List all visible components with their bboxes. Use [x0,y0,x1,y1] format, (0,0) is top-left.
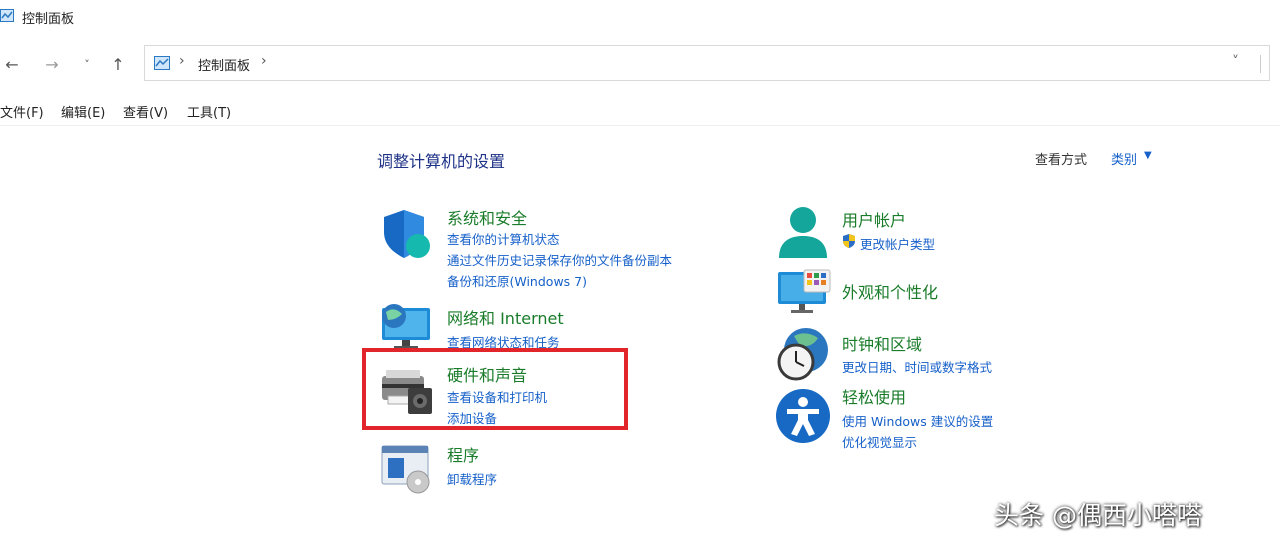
caret-down-icon[interactable]: ▼ [1144,150,1152,161]
user-icon[interactable] [775,204,831,260]
clock-globe-icon[interactable] [774,326,832,382]
link-uninstall-program[interactable]: 卸载程序 [447,469,497,488]
category-programs[interactable]: 程序 [447,442,479,466]
category-ease-of-access[interactable]: 轻松使用 [842,384,906,408]
refresh-icon[interactable] [1260,55,1275,73]
back-arrow-icon[interactable]: ← [2,54,22,74]
view-by-select[interactable]: 类别 [1111,149,1137,168]
menu-view[interactable]: 查看(V) [123,102,168,121]
link-backup-restore[interactable]: 备份和还原(Windows 7) [447,271,587,290]
category-network-internet[interactable]: 网络和 Internet [447,305,564,329]
control-panel-icon [154,56,170,70]
breadcrumb-separator: › [179,53,185,69]
menu-file[interactable]: 文件(F) [0,102,44,121]
window-title: 控制面板 [22,12,75,27]
menu-tools[interactable]: 工具(T) [187,102,231,121]
control-panel-icon [0,9,14,22]
address-history-dropdown[interactable]: ˅ [1232,54,1239,70]
breadcrumb-separator[interactable]: › [261,53,267,69]
divider [0,125,1280,126]
accessibility-icon[interactable] [775,388,831,444]
menu-bar: 文件(F) 编辑(E) 查看(V) 工具(T) [0,99,400,121]
navigation-bar: ← → ˅ ↑ › 控制面板 › ˅ [0,42,1280,86]
category-user-accounts[interactable]: 用户帐户 [842,207,906,231]
link-optimize-visual-display[interactable]: 优化视觉显示 [842,432,917,451]
shield-icon[interactable] [380,208,432,260]
category-system-security[interactable]: 系统和安全 [447,205,527,229]
link-windows-suggested-settings[interactable]: 使用 Windows 建议的设置 [842,411,993,430]
highlight-box [362,348,628,430]
network-globe-icon[interactable] [378,300,434,352]
address-bar[interactable]: › 控制面板 › ˅ [144,45,1270,81]
forward-arrow-icon[interactable]: → [42,54,62,74]
uac-shield-icon [843,234,855,248]
watermark-text: 头条 @偶西小嗒嗒 [994,501,1202,530]
page-title: 调整计算机的设置 [377,152,506,171]
link-check-computer-status[interactable]: 查看你的计算机状态 [447,229,560,248]
category-appearance-personalization[interactable]: 外观和个性化 [842,279,938,303]
chevron-down-icon[interactable]: ˅ [77,54,97,74]
up-arrow-icon[interactable]: ↑ [108,54,128,74]
category-clock-region[interactable]: 时钟和区域 [842,331,922,355]
menu-edit[interactable]: 编辑(E) [61,102,105,121]
link-change-account-type[interactable]: 更改帐户类型 [860,234,935,253]
link-file-history[interactable]: 通过文件历史记录保存你的文件备份副本 [447,250,672,269]
title-bar: 控制面板 [0,0,1280,34]
programs-disc-icon[interactable] [380,444,434,494]
breadcrumb-control-panel[interactable]: 控制面板 [198,55,250,74]
view-by-label: 查看方式 [1035,153,1088,168]
link-change-date-time-format[interactable]: 更改日期、时间或数字格式 [842,357,992,376]
monitor-personalize-icon[interactable] [776,268,832,318]
